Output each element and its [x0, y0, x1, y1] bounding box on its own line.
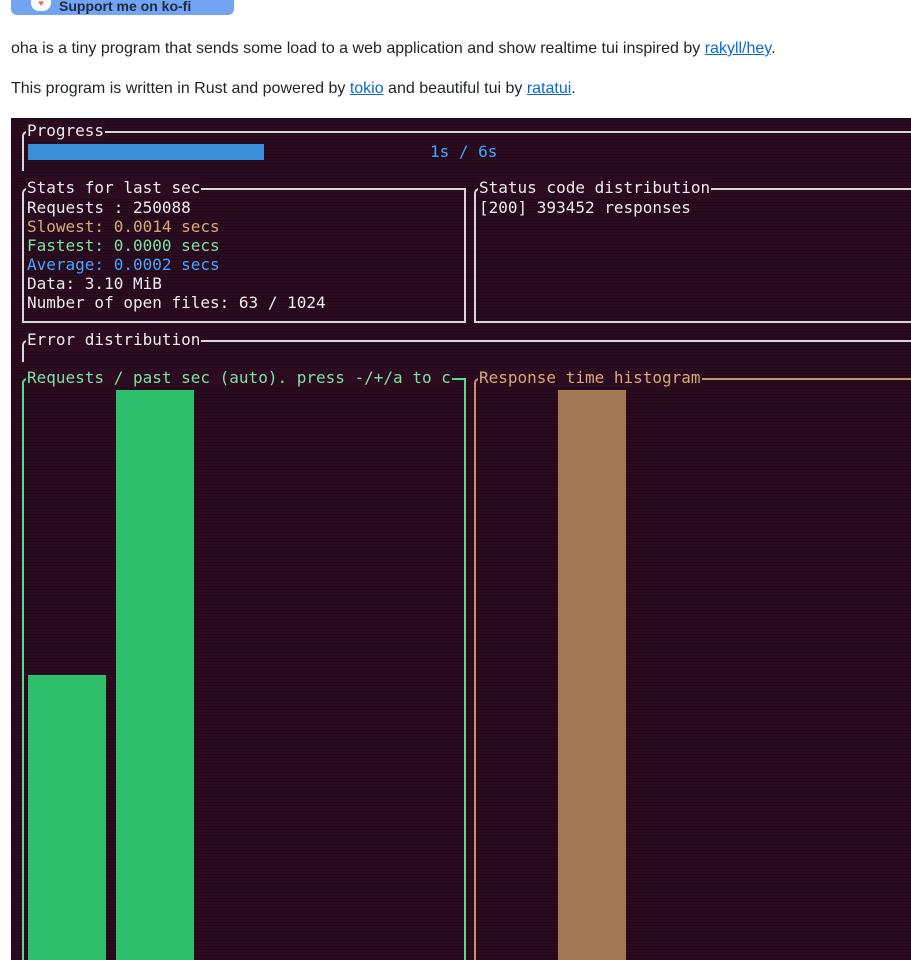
powered-text: This program is written in Rust and powe… — [11, 80, 350, 97]
powered-end: . — [571, 80, 576, 97]
stats-fastest: Fastest: 0.0000 secs — [27, 236, 220, 255]
terminal-screenshot: Progress 1s / 6s Stats for last sec Requ… — [11, 118, 911, 960]
powered-middle: and beautiful tui by — [383, 80, 527, 97]
progress-text: 1s / 6s — [430, 142, 498, 161]
stats-data: Data: 3.10 MiB — [27, 274, 162, 293]
histogram-title: Response time histogram — [478, 368, 702, 388]
stats-title: Stats for last sec — [26, 178, 202, 198]
kofi-cup-icon: ♥ — [31, 0, 51, 11]
requests-chart-title: Requests / past sec (auto). press -/+/a … — [26, 368, 452, 388]
tokio-link[interactable]: tokio — [350, 80, 384, 97]
kofi-badge[interactable]: ♥ Support me on ko-fi — [11, 0, 234, 15]
histogram-bar-1 — [558, 390, 626, 960]
requests-bar-1 — [28, 675, 106, 960]
stats-average: Average: 0.0002 secs — [27, 255, 220, 274]
stats-requests: Requests : 250088 — [27, 198, 191, 217]
progress-title: Progress — [26, 121, 106, 141]
stats-open-files: Number of open files: 63 / 1024 — [27, 293, 326, 312]
intro-text: oha is a tiny program that sends some lo… — [11, 40, 705, 57]
histogram-panel: Response time histogram — [474, 368, 911, 960]
requests-bar-2 — [116, 390, 194, 960]
status-title: Status code distribution — [478, 178, 712, 198]
progress-bar — [28, 144, 264, 160]
intro-end: . — [771, 40, 776, 57]
status-line: [200] 393452 responses — [479, 198, 691, 217]
powered-paragraph: This program is written in Rust and powe… — [11, 79, 576, 99]
stats-slowest: Slowest: 0.0014 secs — [27, 217, 220, 236]
error-title: Error distribution — [26, 330, 202, 350]
error-panel: Error distribution — [22, 330, 911, 362]
kofi-label: Support me on ko-fi — [59, 0, 192, 14]
ratatui-link[interactable]: ratatui — [527, 80, 571, 97]
rakyll-hey-link[interactable]: rakyll/hey — [705, 40, 771, 57]
intro-paragraph: oha is a tiny program that sends some lo… — [11, 39, 776, 59]
